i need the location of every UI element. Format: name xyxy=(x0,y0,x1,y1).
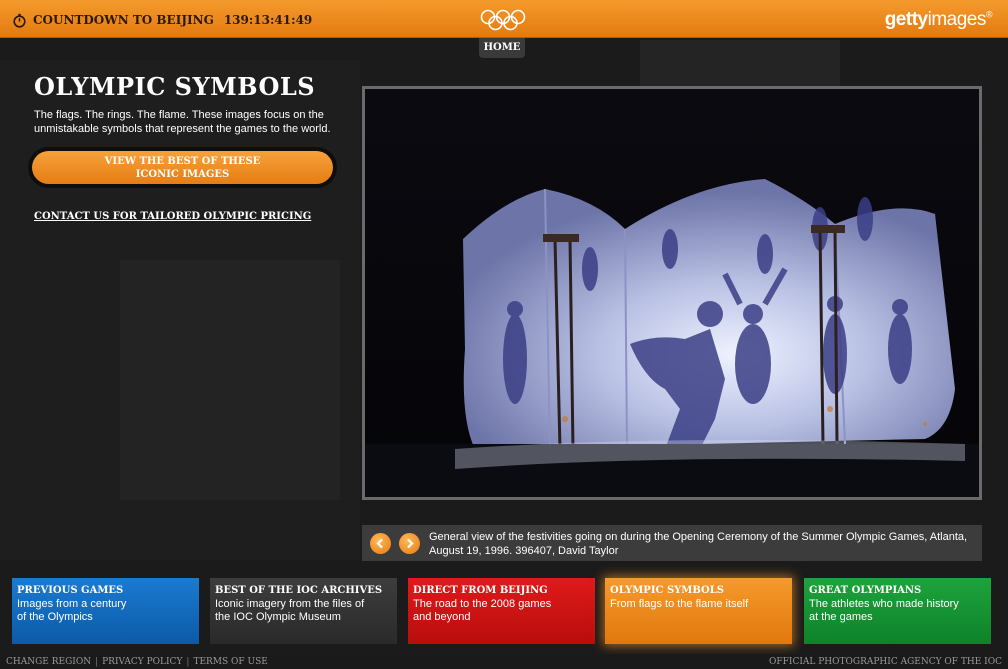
tile-olympic-symbols[interactable]: OLYMPIC SYMBOLS From flags to the flame … xyxy=(605,578,792,644)
tile-line-2: the IOC Olympic Museum xyxy=(215,611,341,623)
tile-line-1: From flags to the flame itself xyxy=(610,598,749,610)
tile-previous-games[interactable]: PREVIOUS GAMES Images from a century of … xyxy=(12,578,199,644)
page-title: OLYMPIC SYMBOLS xyxy=(34,72,316,101)
previous-image-button[interactable] xyxy=(370,533,391,554)
tile-title: PREVIOUS GAMES xyxy=(17,585,124,596)
brand-rest: images xyxy=(927,9,987,30)
separator: | xyxy=(95,657,99,667)
terms-of-use-link[interactable]: TERMS OF USE xyxy=(193,657,267,667)
countdown-label: COUNTDOWN TO BEIJING xyxy=(33,13,214,27)
brand-bold: getty xyxy=(884,9,928,30)
countdown-time: 139:13:41:49 xyxy=(223,13,313,27)
olympic-rings-icon xyxy=(480,9,526,31)
countdown: COUNTDOWN TO BEIJING 139:13:41:49 xyxy=(12,11,312,29)
tile-direct-from-beijing[interactable]: DIRECT FROM BEIJING The road to the 2008… xyxy=(408,578,595,644)
tile-title: BEST OF THE IOC ARCHIVES xyxy=(215,585,383,596)
brand-mark: ® xyxy=(985,9,993,20)
separator: | xyxy=(186,657,190,667)
getty-images-logo[interactable]: gettyimages® xyxy=(884,9,993,31)
tile-line-2: at the games xyxy=(809,611,873,623)
chevron-left-icon xyxy=(376,538,383,549)
privacy-policy-link[interactable]: PRIVACY POLICY xyxy=(102,657,182,667)
intro-description: The flags. The rings. The flame. These i… xyxy=(34,109,331,135)
tile-line-2: of the Olympics xyxy=(17,611,93,623)
footer: CHANGE REGION | PRIVACY POLICY | TERMS O… xyxy=(0,654,1008,669)
cta-line-2: ICONIC IMAGES xyxy=(135,169,230,180)
tile-line-1: Images from a century xyxy=(17,598,127,610)
view-best-button-face[interactable]: VIEW THE BEST OF THESE ICONIC IMAGES xyxy=(32,151,333,184)
photo-caption: General view of the festivities going on… xyxy=(429,531,968,557)
change-region-link[interactable]: CHANGE REGION xyxy=(6,657,91,667)
featured-photo xyxy=(362,86,982,500)
tile-line-1: Iconic imagery from the files of xyxy=(215,598,365,610)
tile-title: GREAT OLYMPIANS xyxy=(809,585,922,596)
cta-line-1: VIEW THE BEST OF THESE xyxy=(104,156,261,167)
ceremony-photo xyxy=(365,89,979,497)
view-best-button[interactable]: VIEW THE BEST OF THESE ICONIC IMAGES xyxy=(28,147,337,188)
tile-great-olympians[interactable]: GREAT OLYMPIANS The athletes who made hi… xyxy=(804,578,991,644)
home-tab[interactable]: HOME xyxy=(479,38,525,58)
tile-ioc-archives[interactable]: BEST OF THE IOC ARCHIVES Iconic imagery … xyxy=(210,578,397,644)
official-agency-text: OFFICIAL PHOTOGRAPHIC AGENCY OF THE IOC xyxy=(769,657,1002,667)
tile-line-1: The athletes who made history xyxy=(809,598,959,610)
top-bar: COUNTDOWN TO BEIJING 139:13:41:49 gettyi… xyxy=(0,0,1008,38)
caption-bar: General view of the festivities going on… xyxy=(362,525,982,561)
next-image-button[interactable] xyxy=(399,533,420,554)
tile-line-1: The road to the 2008 games xyxy=(413,598,552,610)
tile-line-2: and beyond xyxy=(413,611,471,623)
contact-pricing-link[interactable]: CONTACT US FOR TAILORED OLYMPIC PRICING xyxy=(34,211,311,222)
footer-links: CHANGE REGION | PRIVACY POLICY | TERMS O… xyxy=(6,657,268,667)
stopwatch-icon xyxy=(12,13,27,28)
chevron-right-icon xyxy=(407,538,414,549)
tile-title: OLYMPIC SYMBOLS xyxy=(610,585,724,596)
tile-title: DIRECT FROM BEIJING xyxy=(413,585,548,596)
